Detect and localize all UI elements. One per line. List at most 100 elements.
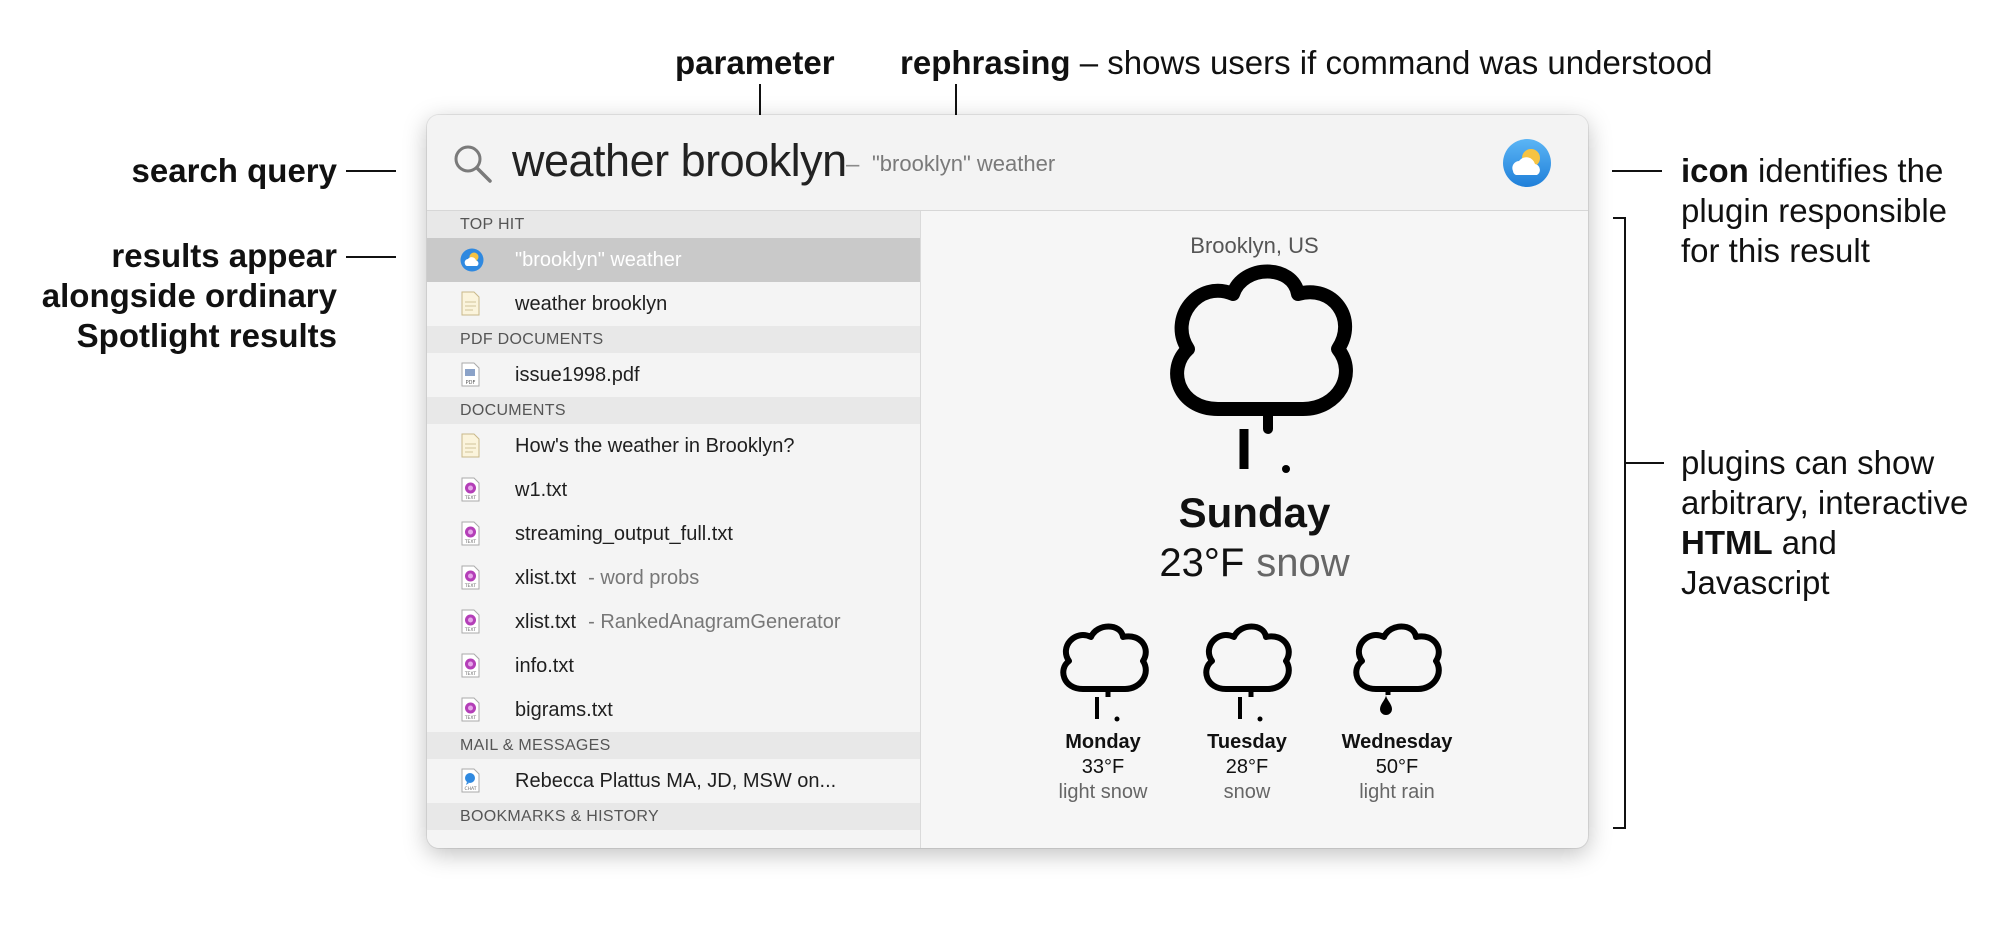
plugins-text-4: Javascript [1681, 564, 1830, 601]
annotation-parameter: parameter [675, 44, 835, 81]
result-label: "brooklyn" weather [515, 249, 682, 271]
result-label: How's the weather in Brooklyn? [515, 435, 795, 457]
forecast-temp: 28°F [1225, 756, 1269, 778]
icon-text-1: identifies the [1748, 152, 1944, 189]
annotation-rephrasing: rephrasing – shows users if command was … [900, 43, 1713, 83]
result-label: streaming_output_full.txt [515, 523, 733, 545]
svg-text:TEXT: TEXT [464, 627, 477, 633]
text-file-icon: TEXT [461, 653, 480, 678]
search-input[interactable]: weather brooklyn [512, 135, 847, 187]
rain-cloud-icon [1353, 623, 1442, 715]
result-row-top-hit[interactable]: "brooklyn" weather [427, 238, 920, 282]
weather-city: Brooklyn, US [1190, 233, 1319, 258]
result-label: weather brooklyn [515, 293, 668, 315]
section-documents: DOCUMENTS [427, 397, 920, 424]
weather-preview[interactable]: Brooklyn, US Sunday 23°F snow Monday 33°… [921, 211, 1588, 848]
forecast-condition: snow [1223, 781, 1271, 803]
forecast-day-name: Tuesday [1207, 731, 1287, 753]
result-row[interactable]: TEXT xlist.txt - word probs [427, 556, 920, 600]
result-label: w1.txt [515, 479, 568, 501]
results-appear-pointer [346, 256, 396, 258]
result-label: issue1998.pdf [515, 364, 640, 386]
forecast-day-name: Wednesday [1341, 731, 1453, 753]
search-bar[interactable]: weather brooklyn – "brooklyn" weather [427, 115, 1588, 211]
result-row[interactable]: TEXT streaming_output_full.txt [427, 512, 920, 556]
result-row[interactable]: How's the weather in Brooklyn? [427, 424, 920, 468]
forecast-temp: 33°F [1081, 756, 1125, 778]
forecast-day: Monday 33°F light snow [1023, 731, 1183, 804]
rephrase-text: "brooklyn" weather [872, 151, 1056, 176]
annotation-icon: icon identifies the plugin responsible f… [1681, 151, 1947, 271]
forecast-temp: 50°F [1375, 756, 1419, 778]
document-icon [461, 291, 480, 316]
result-row[interactable]: PDF issue1998.pdf [427, 353, 920, 397]
svg-text:TEXT: TEXT [464, 715, 477, 721]
search-query-pointer [346, 170, 396, 172]
results-appear-line-2: alongside ordinary [41, 277, 337, 314]
svg-text:TEXT: TEXT [464, 495, 477, 501]
result-subtitle: - RankedAnagramGenerator [588, 611, 841, 633]
icon-text-2: plugin responsible [1681, 192, 1948, 229]
forecast-condition: light rain [1359, 781, 1435, 803]
document-icon [461, 433, 480, 458]
text-file-icon: TEXT [461, 521, 480, 546]
svg-text:TEXT: TEXT [464, 671, 477, 677]
result-row[interactable]: TEXT xlist.txt - RankedAnagramGenerator [427, 600, 920, 644]
forecast-condition: light snow [1058, 781, 1148, 803]
plugins-and: and [1772, 524, 1837, 561]
rephrasing-text: – shows users if command was understood [1070, 44, 1713, 81]
result-label: xlist.txt - word probs [515, 567, 699, 590]
result-title: xlist.txt [515, 611, 577, 633]
icon-pointer [1612, 170, 1662, 172]
weather-plugin-icon [460, 248, 484, 272]
spotlight-window: weather brooklyn – "brooklyn" weather TO… [427, 115, 1588, 848]
snow-cloud-icon [1170, 264, 1353, 473]
svg-text:TEXT: TEXT [464, 539, 477, 545]
light-snow-cloud-icon [1060, 623, 1149, 722]
result-label: bigrams.txt [515, 699, 613, 721]
result-label: Rebecca Plattus MA, JD, MSW on... [515, 770, 837, 792]
plugins-html: HTML [1681, 524, 1773, 561]
plugins-line-3: HTML and [1681, 523, 1968, 563]
weather-condition: snow [1256, 541, 1350, 585]
result-title: xlist.txt [515, 567, 577, 589]
weather-plugin-icon [1503, 139, 1551, 187]
icon-text-3: for this result [1681, 232, 1870, 269]
section-top-hit: TOP HIT [427, 211, 920, 238]
rephrase-dash: – [846, 151, 860, 178]
annotation-results-appear: results appear alongside ordinary Spotli… [20, 236, 337, 356]
plugins-bracket-bottom [1613, 827, 1626, 829]
icon-bold: icon [1681, 152, 1749, 189]
chat-icon: CHAT [461, 768, 480, 793]
annotation-plugins: plugins can show arbitrary, interactive … [1681, 443, 1968, 603]
svg-text:TEXT: TEXT [464, 583, 477, 589]
result-label: xlist.txt - RankedAnagramGenerator [515, 611, 840, 634]
text-file-icon: TEXT [461, 609, 480, 634]
plugins-pointer [1624, 462, 1664, 464]
pdf-icon: PDF [461, 362, 480, 387]
results-list: TOP HIT "brooklyn" weather weather brook… [427, 211, 921, 848]
result-label: info.txt [515, 655, 574, 677]
result-row[interactable]: TEXT w1.txt [427, 468, 920, 512]
result-subtitle: - word probs [588, 567, 700, 589]
text-file-icon: TEXT [461, 477, 480, 502]
svg-text:PDF: PDF [466, 380, 476, 386]
result-row[interactable]: weather brooklyn [427, 282, 920, 326]
weather-current: 23°F snow [921, 541, 1588, 586]
result-row[interactable]: TEXT info.txt [427, 644, 920, 688]
text-file-icon: TEXT [461, 697, 480, 722]
icon-line-1: icon identifies the [1681, 151, 1947, 191]
result-row[interactable]: TEXT bigrams.txt [427, 688, 920, 732]
svg-text:CHAT: CHAT [464, 786, 476, 792]
rephrasing-bold: rephrasing [900, 44, 1071, 81]
section-bookmarks-history: BOOKMARKS & HISTORY [427, 803, 920, 830]
result-row[interactable]: CHAT Rebecca Plattus MA, JD, MSW on... [427, 759, 920, 803]
forecast-day: Tuesday 28°F snow [1167, 731, 1327, 804]
forecast-day: Wednesday 50°F light rain [1317, 731, 1477, 804]
plugins-text-1: plugins can show [1681, 444, 1935, 481]
snow-cloud-icon [1203, 623, 1292, 722]
text-file-icon: TEXT [461, 565, 480, 590]
forecast-day-name: Monday [1065, 731, 1141, 753]
search-icon [454, 145, 492, 183]
results-appear-line-3: Spotlight results [76, 317, 337, 354]
